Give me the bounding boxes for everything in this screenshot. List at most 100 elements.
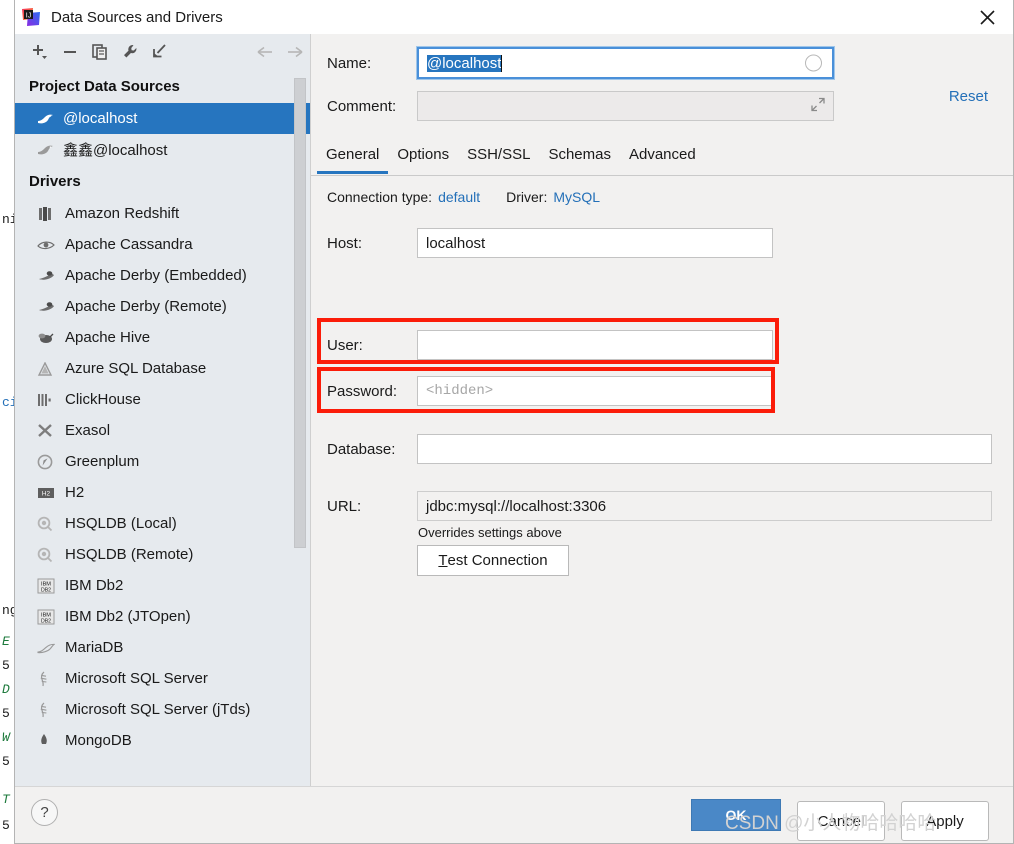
driver-label: Amazon Redshift: [65, 205, 180, 222]
name-status-circle-icon: [805, 54, 822, 72]
close-icon[interactable]: [961, 0, 1013, 34]
driver-label: MongoDB: [65, 732, 132, 749]
remove-button[interactable]: [55, 38, 85, 66]
left-panel: Project Data Sources @localhost 鑫鑫@localh…: [15, 34, 311, 787]
driver-item[interactable]: H2 H2: [15, 477, 310, 508]
svg-text:DB2: DB2: [41, 618, 51, 624]
project-data-sources-heading: Project Data Sources: [29, 78, 180, 95]
password-input[interactable]: <hidden>: [417, 376, 773, 406]
data-source-item[interactable]: 鑫鑫@localhost: [15, 134, 310, 165]
driver-item[interactable]: HSQLDB (Local): [15, 508, 310, 539]
mariadb-seal-icon: [37, 642, 65, 654]
user-row: User:: [327, 330, 773, 360]
intellij-idea-icon: IJ: [21, 7, 41, 27]
database-input[interactable]: [417, 434, 992, 464]
hsqldb-icon: [37, 547, 65, 563]
background-text-fragment: E: [2, 634, 10, 649]
background-text-fragment: D: [2, 682, 10, 697]
connection-type-value[interactable]: default: [438, 189, 480, 205]
driver-item[interactable]: MariaDB: [15, 632, 310, 663]
driver-label: ClickHouse: [65, 391, 141, 408]
driver-item[interactable]: Azure SQL Database: [15, 353, 310, 384]
driver-item[interactable]: Microsoft SQL Server: [15, 663, 310, 694]
wrench-icon[interactable]: [115, 38, 145, 66]
driver-item[interactable]: Amazon Redshift: [15, 198, 310, 229]
driver-label: Exasol: [65, 422, 111, 439]
data-source-item[interactable]: @localhost: [15, 103, 310, 134]
driver-item[interactable]: MongoDB: [15, 725, 310, 756]
screen-root: ni-ciongE5D5W5T5 IJ: [0, 0, 1014, 844]
driver-label: Apache Derby (Remote): [65, 298, 227, 315]
tab-options[interactable]: Options: [388, 142, 458, 174]
driver-item[interactable]: IBM DB2 IBM Db2 (JTOpen): [15, 601, 310, 632]
left-panel-toolbar: [15, 34, 310, 70]
mysql-dolphin-icon: [37, 143, 63, 157]
clickhouse-icon: [37, 393, 65, 407]
back-button[interactable]: [250, 38, 280, 66]
driver-item[interactable]: Greenplum: [15, 446, 310, 477]
host-label: Host:: [327, 234, 363, 252]
driver-label: Driver:: [506, 189, 548, 205]
derby-hat-icon: [37, 270, 65, 282]
add-button[interactable]: [25, 38, 55, 66]
name-input[interactable]: @localhost: [416, 46, 835, 80]
greenplum-icon: [37, 454, 65, 470]
settings-tabs: General Options SSH/SSL Schemas Advanced: [317, 142, 705, 174]
url-input[interactable]: jdbc:mysql://localhost:3306: [417, 491, 992, 521]
tab-ssh-ssl[interactable]: SSH/SSL: [458, 142, 539, 174]
forward-button[interactable]: [280, 38, 310, 66]
driver-label: H2: [65, 484, 85, 501]
sqlserver-icon: [37, 671, 65, 687]
copy-button[interactable]: [85, 38, 115, 66]
svg-text:IJ: IJ: [26, 13, 31, 20]
cancel-button[interactable]: Cancel: [797, 801, 885, 841]
import-arrow-icon[interactable]: [145, 38, 175, 66]
driver-item[interactable]: Apache Derby (Embedded): [15, 260, 310, 291]
reset-link[interactable]: Reset: [949, 88, 988, 105]
help-button[interactable]: ?: [31, 799, 58, 826]
driver-item[interactable]: IBM DB2 IBM Db2: [15, 570, 310, 601]
driver-item[interactable]: ClickHouse: [15, 384, 310, 415]
driver-item[interactable]: Apache Hive: [15, 322, 310, 353]
comment-row: Comment:: [327, 91, 834, 121]
driver-item[interactable]: Microsoft SQL Server (jTds): [15, 694, 310, 725]
driver-label: Apache Derby (Embedded): [65, 267, 247, 284]
hsqldb-icon: [37, 516, 65, 532]
left-panel-scrollbar-thumb[interactable]: [294, 78, 306, 548]
connection-type-row: Connection type: default Driver: MySQL: [327, 189, 600, 205]
password-placeholder: <hidden>: [426, 383, 494, 399]
driver-value[interactable]: MySQL: [553, 189, 600, 205]
driver-item[interactable]: Exasol: [15, 415, 310, 446]
mysql-dolphin-icon: [37, 112, 63, 126]
comment-input[interactable]: [417, 91, 834, 121]
derby-hat-icon: [37, 301, 65, 313]
driver-label: Azure SQL Database: [65, 360, 207, 377]
apply-button[interactable]: Apply: [901, 801, 989, 841]
left-panel-scrollbar[interactable]: [294, 78, 306, 580]
driver-label: IBM Db2 (JTOpen): [65, 608, 191, 625]
data-source-label: @localhost: [63, 110, 138, 127]
test-connection-label: est Connection: [447, 552, 548, 569]
driver-item[interactable]: Apache Derby (Remote): [15, 291, 310, 322]
ok-button[interactable]: OK: [691, 799, 781, 831]
dialog-footer: ? OK Cancel Apply CSDN @小人物哈哈哈哈: [15, 786, 1013, 843]
user-input[interactable]: [417, 330, 773, 360]
tab-schemas[interactable]: Schemas: [539, 142, 620, 174]
dialog-title: Data Sources and Drivers: [51, 8, 223, 26]
expand-editor-icon[interactable]: [811, 97, 825, 115]
tab-advanced[interactable]: Advanced: [620, 142, 705, 174]
driver-label: Apache Hive: [65, 329, 151, 346]
sqlserver-icon: [37, 702, 65, 718]
host-input[interactable]: localhost: [417, 228, 773, 258]
ibm-db2-icon: IBM DB2: [37, 609, 65, 625]
text-caret: [501, 54, 503, 72]
driver-item[interactable]: Apache Cassandra: [15, 229, 310, 260]
password-label: Password:: [327, 382, 398, 400]
tab-general[interactable]: General: [317, 142, 389, 174]
exasol-x-icon: [37, 423, 65, 438]
driver-item[interactable]: HSQLDB (Remote): [15, 539, 310, 570]
database-row: Database:: [327, 434, 992, 464]
ibm-db2-icon: IBM DB2: [37, 578, 65, 594]
driver-label: Microsoft SQL Server: [65, 670, 208, 687]
test-connection-button[interactable]: Test Connection: [417, 545, 569, 576]
